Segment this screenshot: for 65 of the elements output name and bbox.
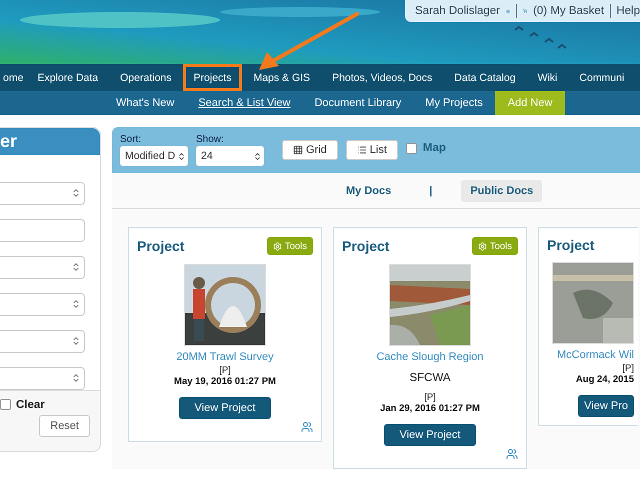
sort-select[interactable]: Modified D [120,146,188,166]
select-arrow-icon [71,336,81,346]
users-icon[interactable] [301,421,313,433]
select-field[interactable] [0,330,85,353]
input-field[interactable] [0,218,85,242]
checkbox[interactable] [406,142,417,154]
project-title-link[interactable]: Cache Slough Region [376,351,484,363]
clear-label: Clear [16,398,45,411]
project-title-link[interactable]: McCormack Wil [557,349,634,361]
nav-link[interactable]: Wiki [526,64,568,91]
tab-separator: | [428,184,434,198]
basket-link[interactable]: (0) My Basket [533,5,604,17]
date-text: Aug 24, 2015 [576,374,634,385]
nav-link[interactable]: Operations [109,64,183,91]
gear-icon [272,242,282,250]
checkbox[interactable] [0,399,11,410]
tab[interactable]: Public Docs [461,180,542,202]
sort-label: Sort: [120,134,142,145]
subnav-link[interactable]: Search & List View [186,91,302,115]
project-title-link[interactable]: 20MM Trawl Survey [176,351,274,363]
nav-link[interactable]: Maps & GIS [242,64,322,91]
view-project-button[interactable]: View Project [384,424,476,446]
organization-text: SFCWA [409,372,451,384]
map-label: Map [422,142,446,154]
view-project-button[interactable]: View Pro [578,395,634,417]
select-arrow-icon [71,373,81,384]
card-heading: Project [547,237,594,253]
gear-icon [478,242,487,250]
date-text: Jan 29, 2016 01:27 PM [380,403,480,414]
view-button[interactable]: List [346,140,398,160]
nav-link[interactable]: Explore Data [26,64,110,91]
card-heading: Project [137,238,184,254]
nav-link[interactable]: Photos, Videos, Docs [321,64,444,91]
help-link[interactable]: Help [616,5,640,17]
date-text: May 19, 2016 01:27 PM [174,376,276,387]
select-field[interactable] [0,182,85,205]
panel-title: er [0,128,100,155]
flag-text: [P] [219,365,231,376]
user-name[interactable]: Sarah Dolislager [415,5,500,17]
users-icon[interactable] [506,448,518,460]
view-button[interactable]: Grid [282,140,338,160]
nav-link[interactable]: Data Catalog [443,64,527,91]
show-select[interactable]: 24 [196,146,264,166]
flag-text: [P] [622,363,634,374]
subnav-link[interactable]: What's New [104,91,186,115]
select-field[interactable] [0,366,85,390]
select-arrow-icon [253,152,262,160]
nav-link[interactable]: Projects [182,64,242,91]
select-arrow-icon [71,299,81,310]
select-arrow-icon [71,262,81,272]
card-heading: Project [342,238,390,254]
select-field[interactable] [0,256,85,279]
view-project-button[interactable]: View Project [178,397,272,419]
select-arrow-icon [71,188,81,198]
flag-text: [P] [424,392,436,403]
subnav-link[interactable]: My Projects [413,91,495,115]
grid-icon [293,145,303,155]
reset-button[interactable]: Reset [39,414,90,437]
nav-link[interactable]: ome [0,64,26,91]
tab[interactable]: My Docs [337,180,400,202]
show-label: Show: [196,134,225,145]
subnav-link[interactable]: Document Library [302,91,414,115]
select-field[interactable] [0,292,85,316]
select-arrow-icon [177,152,186,160]
nav-link[interactable]: Communi [568,64,636,91]
